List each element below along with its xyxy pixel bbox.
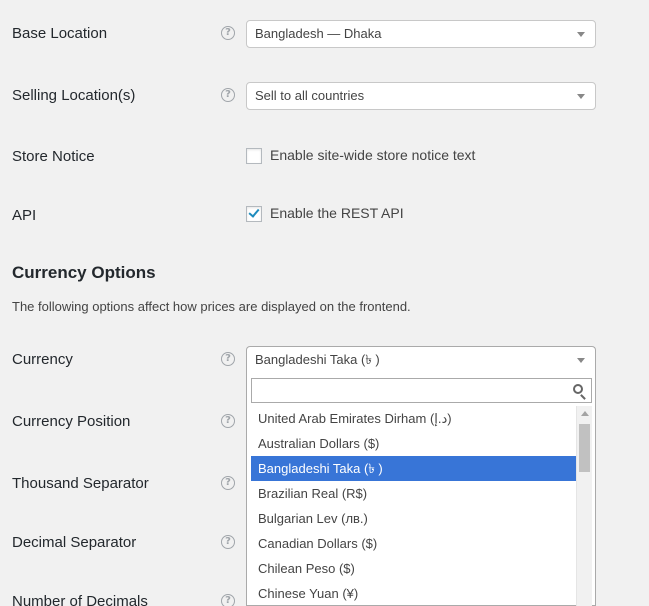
- api-label: API: [12, 207, 37, 224]
- help-icon[interactable]: ?: [221, 352, 235, 366]
- dropdown-scrollbar[interactable]: [576, 406, 592, 606]
- currency-option[interactable]: Canadian Dollars ($): [251, 531, 576, 556]
- chevron-down-icon: [577, 358, 585, 363]
- currency-select[interactable]: Bangladeshi Taka (৳ ): [246, 346, 596, 374]
- help-icon[interactable]: ?: [221, 535, 235, 549]
- help-icon[interactable]: ?: [221, 88, 235, 102]
- currency-options-list: United Arab Emirates Dirham (د.إ) Austra…: [251, 406, 576, 606]
- base-location-value: Bangladesh — Dhaka: [255, 26, 382, 41]
- currency-option-selected[interactable]: Bangladeshi Taka (৳ ): [251, 456, 576, 481]
- currency-value: Bangladeshi Taka (৳ ): [255, 352, 380, 367]
- base-location-label: Base Location: [12, 25, 108, 42]
- currency-option[interactable]: Brazilian Real (R$): [251, 481, 576, 506]
- currency-option[interactable]: Chinese Yuan (¥): [251, 581, 576, 606]
- selling-locations-label: Selling Location(s): [12, 87, 136, 104]
- help-icon[interactable]: ?: [221, 26, 235, 40]
- base-location-select[interactable]: Bangladesh — Dhaka: [246, 20, 596, 48]
- section-heading: Currency Options: [12, 263, 156, 282]
- number-of-decimals-label: Number of Decimals: [12, 593, 148, 606]
- currency-label: Currency: [12, 351, 73, 368]
- currency-dropdown: United Arab Emirates Dirham (د.إ) Austra…: [246, 374, 596, 606]
- help-icon[interactable]: ?: [221, 594, 235, 606]
- scrollbar-thumb[interactable]: [579, 424, 590, 472]
- currency-option[interactable]: United Arab Emirates Dirham (د.إ): [251, 406, 576, 431]
- checkmark-icon: [248, 206, 260, 218]
- help-icon[interactable]: ?: [221, 476, 235, 490]
- store-notice-checkbox-label[interactable]: Enable site-wide store notice text: [270, 147, 475, 163]
- store-notice-label: Store Notice: [12, 148, 95, 165]
- decimal-separator-label: Decimal Separator: [12, 534, 137, 551]
- selling-locations-select[interactable]: Sell to all countries: [246, 82, 596, 110]
- section-description: The following options affect how prices …: [12, 299, 411, 314]
- selling-locations-value: Sell to all countries: [255, 88, 365, 103]
- help-icon[interactable]: ?: [221, 414, 235, 428]
- api-checkbox-label[interactable]: Enable the REST API: [270, 205, 404, 221]
- chevron-down-icon: [577, 94, 585, 99]
- currency-search-input[interactable]: [251, 378, 592, 403]
- api-checkbox[interactable]: [246, 206, 262, 222]
- currency-position-label: Currency Position: [12, 413, 131, 430]
- currency-option[interactable]: Bulgarian Lev (лв.): [251, 506, 576, 531]
- currency-option[interactable]: Australian Dollars ($): [251, 431, 576, 456]
- scroll-up-icon[interactable]: [581, 411, 589, 416]
- search-icon: [573, 384, 583, 394]
- store-notice-checkbox[interactable]: [246, 148, 262, 164]
- thousand-separator-label: Thousand Separator: [12, 475, 149, 492]
- chevron-down-icon: [577, 32, 585, 37]
- currency-option[interactable]: Chilean Peso ($): [251, 556, 576, 581]
